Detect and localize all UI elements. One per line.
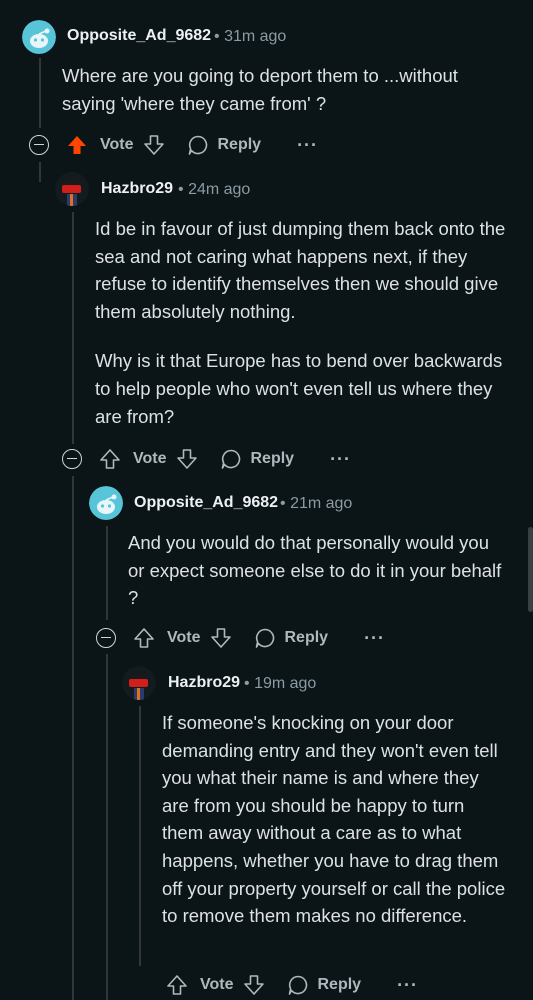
separator-dot: •: [244, 675, 250, 692]
comment-body: Id be in favour of just dumping them bac…: [95, 215, 507, 452]
comment-time: 31m ago: [224, 28, 287, 45]
vote-label: Vote: [200, 976, 234, 993]
downvote-button[interactable]: [243, 974, 265, 996]
comment-time: 21m ago: [290, 495, 353, 512]
comment-paragraph: Id be in favour of just dumping them bac…: [95, 218, 506, 322]
collapse-thread-button[interactable]: [96, 628, 116, 648]
comment-author[interactable]: Opposite_Ad_9682: [67, 27, 211, 45]
reply-bubble-icon: [189, 135, 208, 155]
upvote-button[interactable]: [166, 974, 194, 996]
upvote-arrow-icon: [68, 136, 86, 154]
upvote-arrow-icon: [100, 449, 120, 469]
vote-label: Vote: [100, 136, 134, 153]
comment-paragraph: And you would do that personally would y…: [128, 532, 502, 609]
comment-paragraph: Where are you going to deport them to ..…: [62, 65, 458, 114]
downvote-arrow-icon: [211, 628, 232, 648]
avatar[interactable]: [22, 20, 56, 54]
upvote-button[interactable]: [99, 448, 127, 470]
collapse-thread-button[interactable]: [62, 449, 82, 469]
reply-bubble-icon: [222, 449, 241, 469]
reply-label: Reply: [284, 629, 329, 646]
reply-button[interactable]: Reply: [187, 134, 261, 156]
upvote-button[interactable]: [66, 134, 94, 156]
comment-body: And you would do that personally would y…: [128, 529, 508, 634]
more-options-icon[interactable]: ···: [364, 628, 385, 649]
reply-button[interactable]: Reply: [254, 627, 328, 649]
collapse-thread-button[interactable]: [29, 135, 49, 155]
separator-dot: •: [280, 495, 286, 512]
comment-meta: • 31m ago: [214, 28, 286, 46]
upvote-button[interactable]: [133, 627, 161, 649]
downvote-button[interactable]: [143, 134, 165, 156]
downvote-arrow-icon: [144, 135, 165, 155]
reply-bubble-icon: [256, 628, 275, 648]
downvote-arrow-icon: [177, 449, 198, 469]
more-options-icon[interactable]: ···: [297, 135, 318, 156]
vote-label: Vote: [167, 629, 201, 646]
comment-author[interactable]: Hazbro29: [101, 180, 173, 198]
downvote-button[interactable]: [210, 627, 232, 649]
more-options-icon[interactable]: ···: [330, 449, 351, 470]
avatar[interactable]: [89, 486, 123, 520]
upvote-arrow-icon: [134, 628, 154, 648]
reply-label: Reply: [250, 450, 295, 467]
comment-actions: Vote Reply ···: [99, 444, 351, 474]
comment-meta: • 21m ago: [280, 495, 352, 513]
more-options-icon[interactable]: ···: [397, 975, 418, 996]
downvote-button[interactable]: [176, 448, 198, 470]
comment-actions: Vote Reply ···: [66, 130, 318, 160]
reply-bubble-icon: [289, 975, 308, 995]
comment-paragraph: If someone's knocking on your door deman…: [162, 712, 506, 927]
reply-label: Reply: [217, 136, 262, 153]
reply-label: Reply: [317, 976, 362, 993]
comment-time: 19m ago: [254, 675, 317, 692]
separator-dot: •: [178, 181, 184, 198]
comment-time: 24m ago: [188, 181, 251, 198]
comment-actions: Vote Reply ···: [166, 970, 418, 1000]
comment-meta: • 24m ago: [178, 181, 250, 199]
reply-button[interactable]: Reply: [287, 974, 361, 996]
separator-dot: •: [214, 28, 220, 45]
scrollbar[interactable]: [528, 527, 533, 612]
comment-body: Where are you going to deport them to ..…: [62, 62, 502, 139]
avatar[interactable]: [122, 666, 156, 700]
downvote-arrow-icon: [244, 975, 265, 995]
comment-paragraph: Why is it that Europe has to bend over b…: [95, 350, 503, 427]
avatar[interactable]: [55, 172, 89, 206]
reply-button[interactable]: Reply: [220, 448, 294, 470]
comment-actions: Vote Reply ···: [133, 623, 385, 653]
comment-meta: • 19m ago: [244, 675, 316, 693]
comment-author[interactable]: Opposite_Ad_9682: [134, 494, 278, 512]
upvote-arrow-icon: [167, 975, 187, 995]
comment-body: If someone's knocking on your door deman…: [162, 709, 507, 952]
comment-author[interactable]: Hazbro29: [168, 674, 240, 692]
vote-label: Vote: [133, 450, 167, 467]
